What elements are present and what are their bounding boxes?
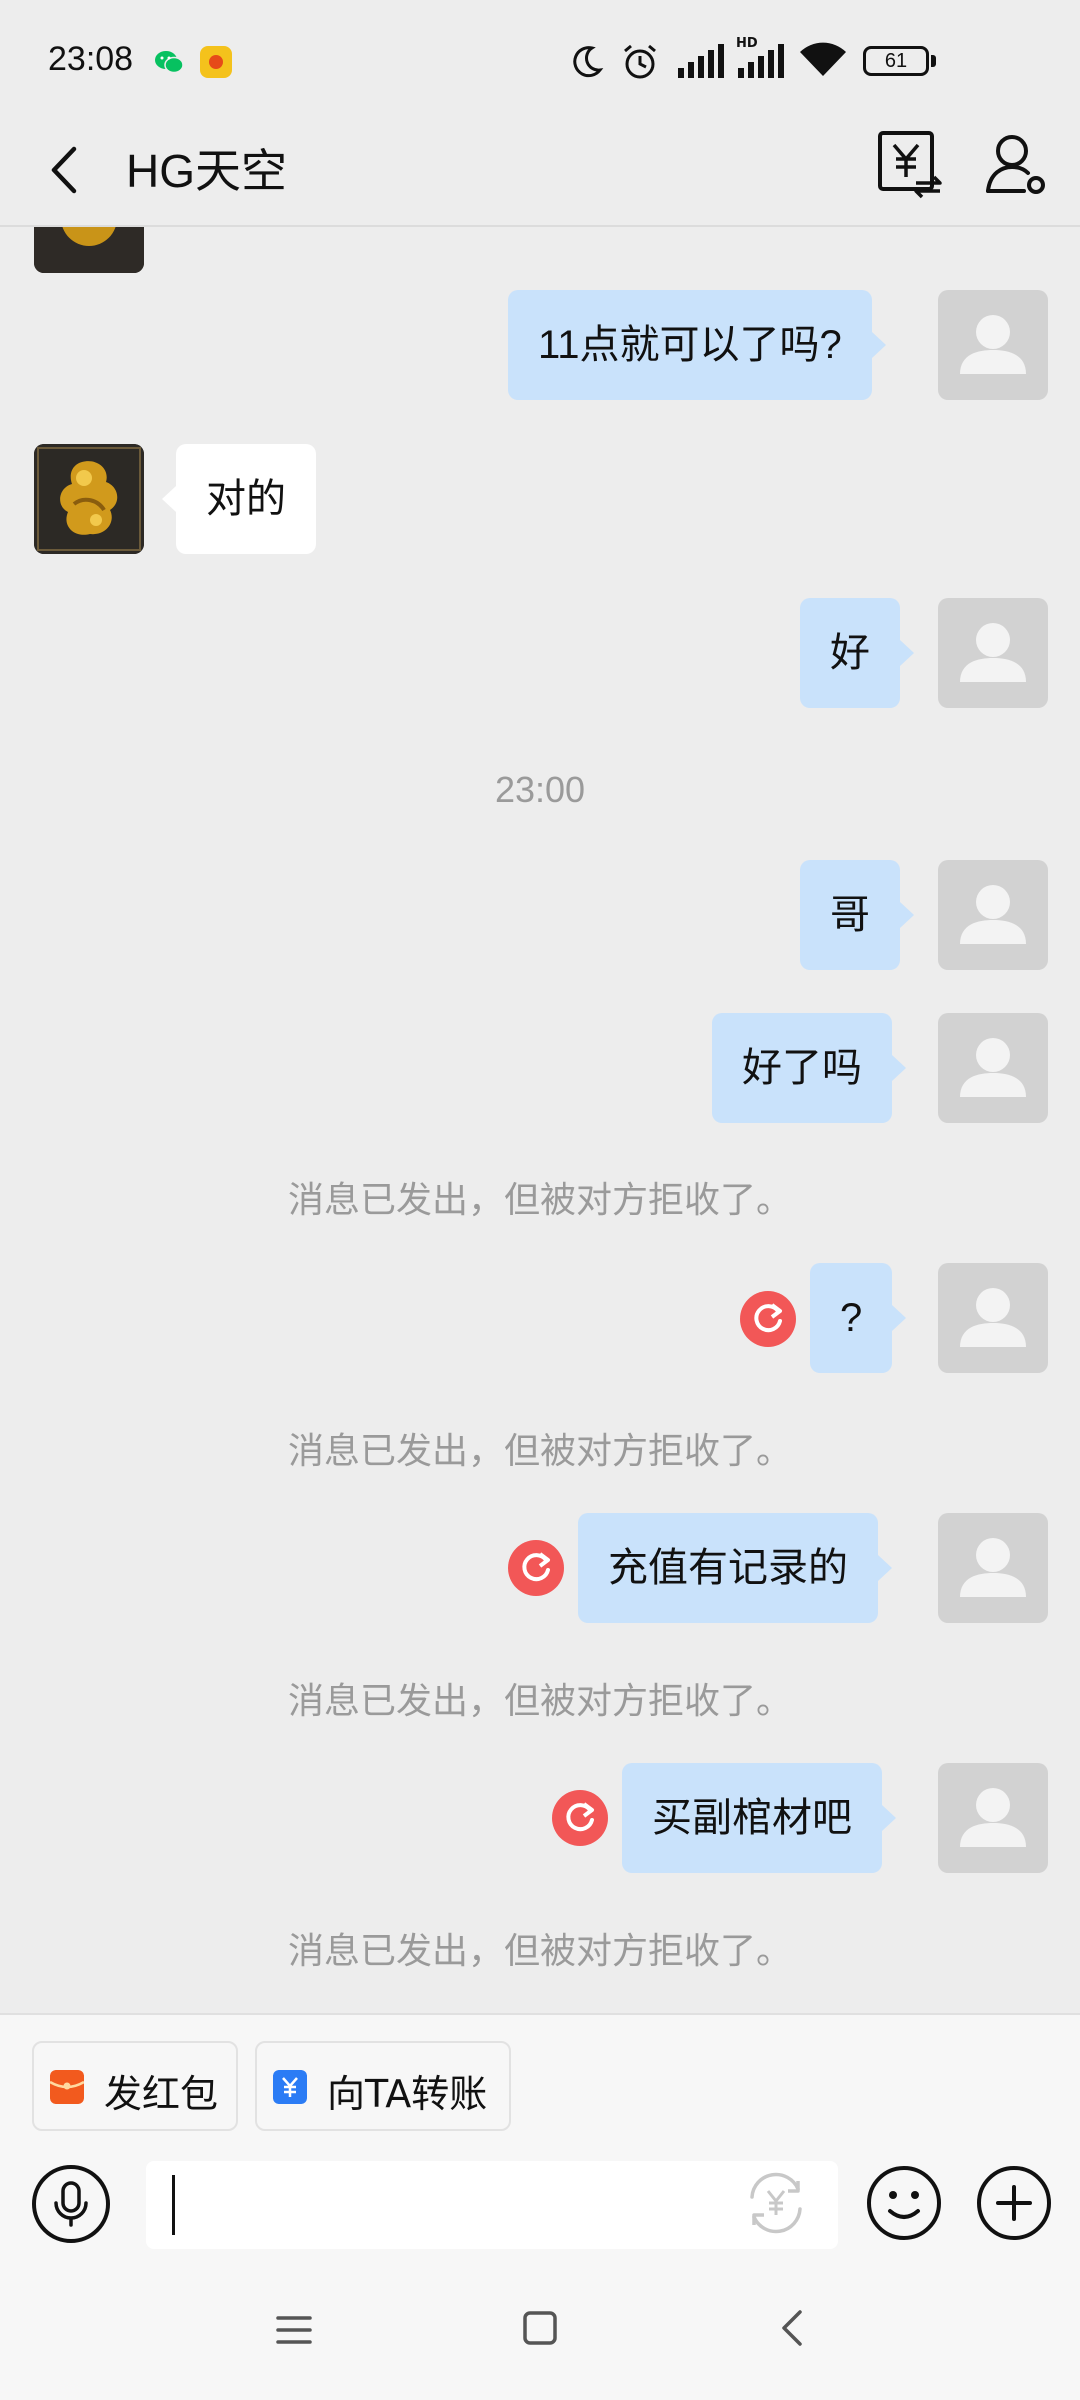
message-bubble-received[interactable]: 对的 [162, 444, 316, 554]
message-input[interactable] [146, 2161, 838, 2249]
default-avatar-icon [960, 1038, 1026, 1097]
back-nav-icon[interactable] [774, 2306, 810, 2350]
my-avatar[interactable] [938, 1013, 1048, 1123]
battery-icon: 61 [863, 46, 936, 76]
input-area: 发红包 向TA转账 [0, 2013, 1080, 2270]
signal-hd-icon [738, 44, 784, 78]
message-bubble-sent[interactable]: 11点就可以了吗? [508, 290, 886, 400]
message-bubble-sent[interactable]: 好了吗 [712, 1013, 906, 1123]
contact-avatar[interactable] [34, 444, 144, 554]
profile-icon[interactable] [984, 131, 1048, 197]
default-avatar-icon [960, 1788, 1026, 1847]
my-avatar[interactable] [938, 598, 1048, 708]
resend-icon[interactable] [740, 1291, 796, 1347]
signal-icon [678, 44, 724, 78]
rejected-notice: 消息已发出，但被对方拒收了。 [287, 1180, 792, 1221]
moon-icon [573, 46, 604, 78]
system-nav-bar [0, 2270, 1080, 2400]
default-avatar-icon [960, 315, 1026, 374]
app-notification-icon [200, 46, 232, 78]
red-packet-label: 发红包 [104, 2072, 219, 2116]
transfer-icon [273, 2070, 307, 2104]
plus-icon[interactable] [974, 2163, 1054, 2243]
transfer-to-ta-button[interactable]: 向TA转账 [255, 2041, 511, 2131]
red-packet-button[interactable]: 发红包 [32, 2041, 238, 2131]
red-packet-icon [50, 2070, 84, 2104]
battery-level: 61 [884, 50, 908, 72]
menu-icon[interactable] [274, 2310, 314, 2350]
wechat-icon [155, 51, 184, 74]
emoji-icon[interactable] [864, 2163, 944, 2243]
my-avatar[interactable] [938, 1763, 1048, 1873]
message-bubble-sent[interactable]: 好 [800, 598, 914, 708]
resend-icon[interactable] [508, 1540, 564, 1596]
alarm-icon [624, 44, 656, 79]
text-cursor [172, 2175, 175, 2235]
transfer-label: 向TA转账 [327, 2072, 488, 2116]
status-icons: HD 61 [480, 36, 1080, 86]
resend-icon[interactable] [552, 1790, 608, 1846]
default-avatar-icon [960, 623, 1026, 682]
default-avatar-icon [960, 1538, 1026, 1597]
message-bubble-sent[interactable]: ? [810, 1263, 907, 1373]
default-avatar-icon [960, 885, 1026, 944]
dragon-avatar-icon [34, 444, 144, 554]
my-avatar[interactable] [938, 290, 1048, 400]
status-bar: 23:08 HD 61 [0, 0, 1080, 115]
rejected-notice: 消息已发出，但被对方拒收了。 [287, 1681, 792, 1722]
wifi-icon [800, 42, 846, 76]
message-bubble-sent[interactable]: 充值有记录的 [578, 1513, 892, 1623]
message-list[interactable]: 11点就可以了吗? 对的 好 23:00 哥 好了吗 消息已发出，但被对方拒收了… [0, 227, 1080, 2013]
home-icon[interactable] [522, 2310, 558, 2346]
transfer-icon[interactable] [876, 129, 944, 199]
back-icon[interactable] [40, 135, 90, 205]
status-time: 23:08 [48, 40, 134, 78]
microphone-icon [54, 2181, 88, 2227]
message-timestamp: 23:00 [494, 769, 586, 810]
voice-button[interactable] [32, 2165, 110, 2243]
default-avatar-icon [960, 1288, 1026, 1347]
my-avatar[interactable] [938, 1513, 1048, 1623]
coin-transfer-icon[interactable] [742, 2169, 810, 2237]
chat-title: HG天空 [126, 145, 287, 197]
my-avatar[interactable] [938, 860, 1048, 970]
chat-header: HG天空 [0, 115, 1080, 227]
message-bubble-sent[interactable]: 哥 [800, 860, 914, 970]
my-avatar[interactable] [938, 1263, 1048, 1373]
contact-avatar[interactable] [34, 227, 144, 273]
message-bubble-sent[interactable]: 买副棺材吧 [622, 1763, 896, 1873]
rejected-notice: 消息已发出，但被对方拒收了。 [287, 1431, 792, 1472]
rejected-notice: 消息已发出，但被对方拒收了。 [287, 1931, 792, 1972]
